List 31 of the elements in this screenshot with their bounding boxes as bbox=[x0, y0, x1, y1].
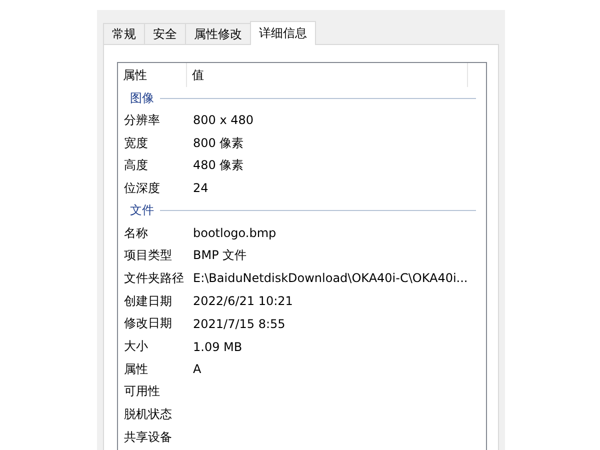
property-value: 800 像素 bbox=[193, 134, 244, 152]
property-name: 大小 bbox=[123, 338, 149, 356]
property-name: 可用性 bbox=[123, 383, 161, 400]
group-label: 文件 bbox=[130, 202, 154, 220]
property-name: 宽度 bbox=[123, 134, 149, 152]
tab[interactable]: 常规 bbox=[103, 23, 145, 44]
property-value: 1.09 MB bbox=[193, 340, 242, 354]
property-name: 创建日期 bbox=[123, 292, 173, 310]
property-value: bootlogo.bmp bbox=[193, 226, 276, 240]
property-value: 2022/6/21 10:21 bbox=[193, 294, 293, 308]
property-name: 项目类型 bbox=[123, 247, 173, 264]
property-value: 24 bbox=[193, 181, 208, 196]
property-value: E:\BaiduNetdiskDownload\OKA40i-C\OKA40i... bbox=[193, 271, 468, 286]
property-value: A bbox=[193, 362, 202, 376]
property-name: 高度 bbox=[123, 157, 149, 174]
property-value: 480 像素 bbox=[193, 157, 244, 174]
property-name: 脱机状态 bbox=[123, 406, 173, 424]
property-name: 修改日期 bbox=[123, 315, 173, 332]
property-name: 文件夹路径 bbox=[123, 270, 185, 287]
property-value: 800 x 480 bbox=[193, 113, 254, 128]
column-header[interactable]: 属性 bbox=[118, 63, 187, 87]
property-name: 共享设备 bbox=[123, 428, 173, 446]
property-name: 位深度 bbox=[123, 180, 161, 197]
property-value: 2021/7/15 8:55 bbox=[193, 316, 286, 331]
group-label: 图像 bbox=[130, 90, 154, 106]
property-name: 分辨率 bbox=[123, 112, 161, 129]
property-value: BMP 文件 bbox=[193, 247, 247, 264]
tab[interactable]: 详细信息 bbox=[250, 21, 316, 45]
property-name: 属性 bbox=[123, 360, 149, 378]
property-name: 名称 bbox=[123, 224, 149, 242]
column-header[interactable]: 值 bbox=[187, 63, 468, 87]
